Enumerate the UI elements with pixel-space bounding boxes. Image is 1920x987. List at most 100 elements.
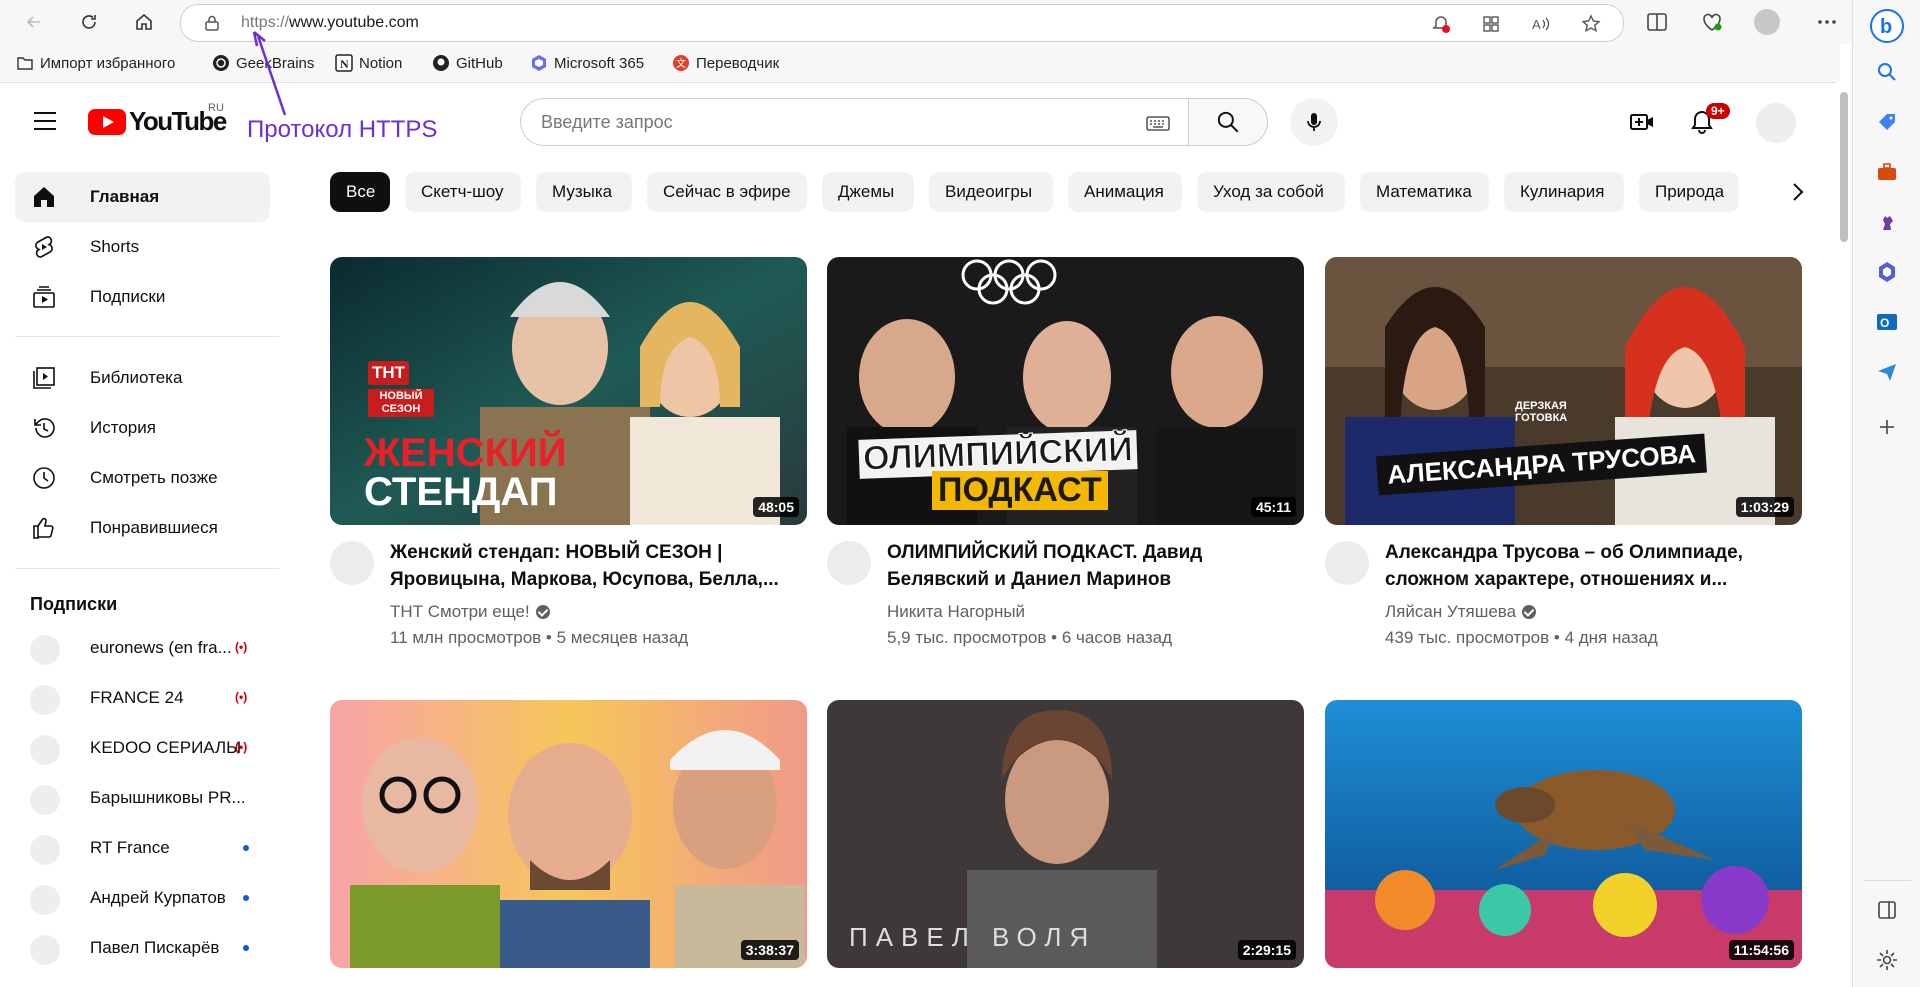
chip-nature[interactable]: Природа (1639, 172, 1739, 212)
apps-icon[interactable] (1481, 14, 1501, 34)
bookmark-notion[interactable]: N Notion (335, 54, 402, 72)
voice-search-button[interactable] (1290, 98, 1338, 146)
chip-live[interactable]: Сейчас в эфире (647, 172, 807, 212)
keyboard-icon[interactable] (1146, 114, 1170, 132)
video-title[interactable]: Александра Трусова – об Олимпиаде, сложн… (1385, 539, 1785, 593)
bookmark-translator[interactable]: 文 Переводчик (672, 54, 779, 72)
video-thumbnail[interactable]: 3:38:37 (330, 700, 807, 968)
games-icon[interactable] (1875, 210, 1899, 234)
annotation-label: Протокол HTTPS (247, 116, 438, 143)
settings-gear-icon[interactable] (1875, 948, 1899, 972)
chip-math[interactable]: Математика (1360, 172, 1489, 212)
channel-avatar[interactable] (1325, 541, 1369, 585)
add-sidebar-icon[interactable] (1875, 415, 1899, 439)
sidebar-item-liked[interactable]: Понравившиеся (15, 503, 270, 553)
more-menu-icon[interactable] (1815, 10, 1839, 34)
new-content-dot-icon (243, 845, 249, 851)
sidebar-channel[interactable]: FRANCE 24 (•) (15, 678, 270, 718)
thumb-subtext: ДЕРЗКАЯ ГОТОВКА (1515, 400, 1568, 424)
channel-avatar[interactable] (827, 541, 871, 585)
search-input[interactable]: Введите запрос (520, 98, 1188, 146)
address-bar[interactable]: https://www.youtube.com A (180, 4, 1624, 42)
sidebar-channel[interactable]: Барышниковы PR... (15, 778, 270, 818)
chip-sketch[interactable]: Скетч-шоу (405, 172, 521, 212)
video-thumbnail[interactable]: ОЛИМПИЙСКИЙ ПОДКАСТ 45:11 (827, 257, 1304, 525)
channel-avatar (30, 735, 60, 765)
sidebar-channel[interactable]: Павел Пискарёв (15, 928, 270, 968)
video-thumbnail[interactable]: ТНТ НОВЫЙ СЕЗОН ЖЕНСКИЙ СТЕНДАП 48:05 (330, 257, 807, 525)
search-button[interactable] (1188, 98, 1268, 146)
sidebar-item-shorts[interactable]: Shorts (15, 222, 270, 272)
shopping-icon[interactable] (1875, 110, 1899, 134)
video-thumbnail[interactable]: ДЕРЗКАЯ ГОТОВКА АЛЕКСАНДРА ТРУСОВА 1:03:… (1325, 257, 1802, 525)
home-button[interactable] (130, 8, 158, 36)
search-placeholder: Введите запрос (541, 112, 673, 132)
sidebar-channel[interactable]: RT France (15, 828, 270, 868)
sidebar-item-history[interactable]: История (15, 403, 270, 453)
outlook-icon[interactable]: O (1875, 310, 1899, 334)
bookmark-github[interactable]: GitHub (432, 54, 503, 72)
tools-icon[interactable] (1875, 160, 1899, 184)
split-screen-icon[interactable] (1645, 10, 1669, 34)
sidebar-item-watch-later[interactable]: Смотреть позже (15, 453, 270, 503)
sidebar-channel[interactable]: Андрей Курпатов (15, 878, 270, 918)
youtube-logo[interactable]: YouTube RU (88, 102, 227, 137)
video-thumbnail[interactable]: 11:54:56 (1325, 700, 1802, 968)
chip-all[interactable]: Все (330, 172, 390, 212)
sidebar-item-label: Понравившиеся (90, 518, 218, 537)
microsoft365-sidebar-icon[interactable] (1875, 260, 1899, 284)
account-avatar[interactable] (1756, 103, 1796, 143)
chip-selfcare[interactable]: Уход за собой (1197, 172, 1345, 212)
create-video-icon[interactable] (1628, 108, 1656, 136)
chip-animation[interactable]: Анимация (1068, 172, 1182, 212)
sidebar-item-subscriptions[interactable]: Подписки (15, 272, 270, 322)
channel-avatar[interactable] (330, 541, 374, 585)
live-icon: (•) (235, 640, 248, 654)
bookmark-label: Microsoft 365 (554, 54, 645, 72)
drop-icon[interactable] (1875, 360, 1899, 384)
search-sidebar-icon[interactable] (1875, 60, 1899, 84)
back-button[interactable] (20, 8, 48, 36)
thumb-text: ПОДКАСТ (932, 471, 1108, 510)
bookmark-import[interactable]: Импорт избранного (16, 54, 175, 72)
chip-videogames[interactable]: Видеоигры (929, 172, 1053, 212)
browser-essentials-icon[interactable] (1700, 10, 1724, 34)
bing-chat-icon[interactable]: b (1869, 8, 1905, 44)
live-icon: (•) (235, 690, 248, 704)
video-channel[interactable]: ТНТ Смотри еще! (390, 602, 550, 622)
video-duration: 45:11 (1250, 497, 1296, 517)
read-aloud-icon[interactable]: A (1531, 14, 1551, 34)
hide-sidebar-icon[interactable] (1875, 898, 1899, 922)
page-scrollbar[interactable] (1836, 82, 1852, 987)
video-title[interactable]: Женский стендап: НОВЫЙ СЕЗОН | Яровицына… (390, 539, 790, 593)
video-thumbnail[interactable]: ПАВЕЛ ВОЛЯ 2:29:15 (827, 700, 1304, 968)
video-title[interactable]: ОЛИМПИЙСКИЙ ПОДКАСТ. Давид Белявский и Д… (887, 539, 1287, 593)
refresh-icon (82, 15, 96, 29)
sidebar-channel[interactable]: euronews (en fra... (•) (15, 628, 270, 668)
sidebar-item-library[interactable]: Библиотека (15, 353, 270, 403)
profile-avatar[interactable] (1754, 9, 1780, 35)
upload-age: 4 дня назад (1564, 628, 1658, 647)
favorite-star-icon[interactable] (1581, 14, 1601, 34)
refresh-button[interactable] (75, 8, 103, 36)
channel-name: ТНТ Смотри еще! (390, 602, 530, 621)
view-count: 439 тыс. просмотров (1385, 628, 1550, 647)
bookmark-label: Notion (359, 54, 403, 72)
bookmark-microsoft365[interactable]: Microsoft 365 (530, 54, 644, 72)
scrollbar-thumb[interactable] (1840, 92, 1848, 242)
chip-jams[interactable]: Джемы (822, 172, 914, 212)
sidebar-item-home[interactable]: Главная (15, 172, 270, 222)
menu-hamburger-icon[interactable] (32, 110, 58, 132)
video-channel[interactable]: Никита Нагорный (887, 602, 1025, 622)
chip-music[interactable]: Музыка (536, 172, 632, 212)
lock-icon[interactable] (203, 14, 221, 32)
channel-name: euronews (en fra... (90, 638, 232, 657)
chevron-right-icon[interactable] (1786, 178, 1810, 206)
chip-cooking[interactable]: Кулинария (1504, 172, 1624, 212)
video-meta: 5,9 тыс. просмотров • 6 часов назад (887, 628, 1173, 647)
sidebar-channel[interactable]: KEDOO СЕРИАЛЫ (•) (15, 728, 270, 768)
video-channel[interactable]: Ляйсан Утяшева (1385, 602, 1537, 622)
tracking-prevention-icon[interactable] (1431, 14, 1451, 34)
thumbnail-image (1325, 700, 1802, 968)
translator-icon: 文 (673, 55, 689, 71)
